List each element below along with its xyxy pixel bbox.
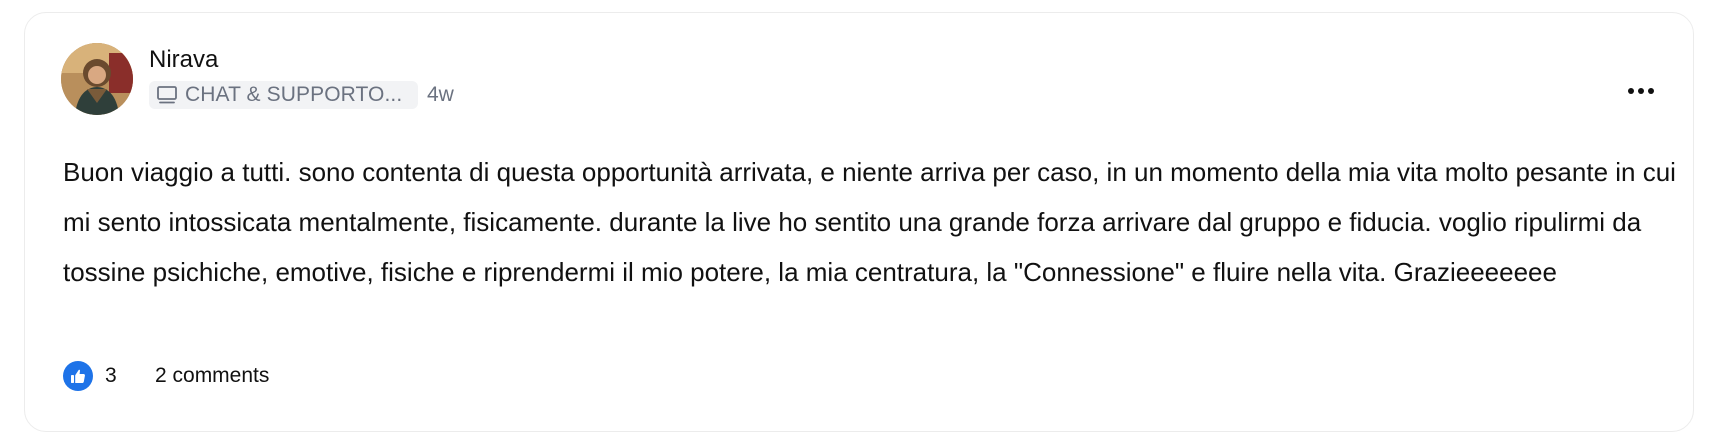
post-body: Buon viaggio a tutti. sono contenta di q… [63,157,1676,287]
like-button[interactable] [63,361,93,391]
avatar-photo-icon [61,43,133,115]
author-avatar[interactable] [61,43,133,115]
space-name: CHAT & SUPPORTO... [185,83,403,106]
comments-link[interactable]: 2 comments [155,362,269,390]
like-count: 3 [105,364,117,387]
space-badge[interactable]: CHAT & SUPPORTO... [149,81,418,109]
more-horizontal-icon [1628,88,1654,94]
thumbs-up-icon [71,369,85,383]
author-name[interactable]: Nirava [149,45,218,75]
more-options-button[interactable] [1621,71,1661,111]
monitor-icon [155,83,179,107]
post-timestamp[interactable]: 4w [427,81,454,109]
post-card: Nirava CHAT & SUPPORTO... 4w Buon viaggi… [24,12,1694,432]
